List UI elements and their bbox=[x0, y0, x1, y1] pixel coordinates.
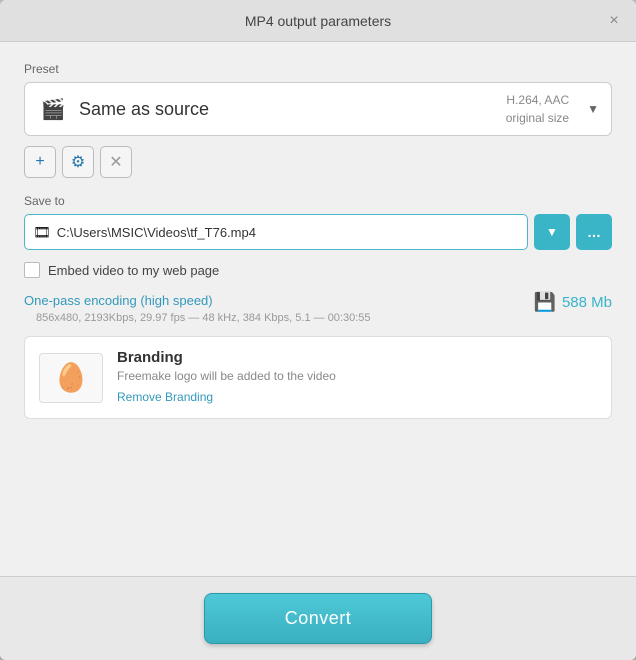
save-browse-button[interactable]: … bbox=[576, 214, 612, 250]
close-button[interactable]: × bbox=[604, 11, 624, 31]
save-to-label: Save to bbox=[24, 194, 612, 208]
encoding-details: 856x480, 2193Kbps, 29.97 fps — 48 kHz, 3… bbox=[36, 312, 371, 324]
browse-icon: … bbox=[587, 224, 601, 240]
branding-title: Branding bbox=[117, 349, 336, 366]
embed-checkbox[interactable] bbox=[24, 262, 40, 278]
preset-codec: H.264, AAC bbox=[506, 91, 569, 109]
branding-description: Freemake logo will be added to the video bbox=[117, 369, 336, 383]
embed-label: Embed video to my web page bbox=[48, 263, 219, 278]
preset-size: original size bbox=[506, 109, 569, 127]
save-dropdown-button[interactable]: ▼ bbox=[534, 214, 570, 250]
convert-button[interactable]: Convert bbox=[204, 593, 433, 644]
save-path-wrapper: 🎞 bbox=[24, 214, 528, 250]
dialog-title: MP4 output parameters bbox=[245, 13, 391, 29]
disk-icon: 💾 bbox=[534, 292, 556, 313]
preset-info: H.264, AAC original size bbox=[506, 91, 569, 127]
encoding-size: 💾 588 Mb bbox=[534, 292, 612, 313]
branding-thumbnail: 🥚 bbox=[39, 353, 103, 403]
encoding-left: One-pass encoding (high speed) 856x480, … bbox=[24, 292, 371, 324]
add-preset-button[interactable]: + bbox=[24, 146, 56, 178]
save-to-row: 🎞 ▼ … bbox=[24, 214, 612, 250]
encoding-row: One-pass encoding (high speed) 856x480, … bbox=[24, 292, 612, 324]
chevron-down-icon: ▼ bbox=[587, 102, 599, 116]
dropdown-arrow-icon: ▼ bbox=[546, 225, 558, 239]
embed-row: Embed video to my web page bbox=[24, 262, 612, 278]
dialog: MP4 output parameters × Preset 🎬 Same as… bbox=[0, 0, 636, 660]
film-icon: 🎬 bbox=[37, 93, 69, 125]
encoding-mode-link[interactable]: One-pass encoding (high speed) bbox=[24, 293, 213, 308]
preset-dropdown[interactable]: 🎬 Same as source H.264, AAC original siz… bbox=[24, 82, 612, 136]
settings-preset-button[interactable]: ⚙ bbox=[62, 146, 94, 178]
branding-info: Branding Freemake logo will be added to … bbox=[117, 349, 336, 406]
content-area: Preset 🎬 Same as source H.264, AAC origi… bbox=[0, 42, 636, 576]
preset-left: 🎬 Same as source bbox=[37, 93, 209, 125]
preset-actions: + ⚙ ✕ bbox=[24, 146, 612, 178]
preset-name: Same as source bbox=[79, 99, 209, 120]
title-bar: MP4 output parameters × bbox=[0, 0, 636, 42]
delete-preset-button[interactable]: ✕ bbox=[100, 146, 132, 178]
branding-card: 🥚 Branding Freemake logo will be added t… bbox=[24, 336, 612, 419]
preset-label: Preset bbox=[24, 62, 612, 76]
save-path-input[interactable] bbox=[57, 225, 519, 240]
branding-logo-icon: 🥚 bbox=[54, 361, 89, 394]
size-value: 588 Mb bbox=[562, 294, 612, 311]
remove-branding-link[interactable]: Remove Branding bbox=[117, 390, 213, 404]
file-icon: 🎞 bbox=[33, 224, 51, 241]
bottom-area: Convert bbox=[0, 576, 636, 660]
